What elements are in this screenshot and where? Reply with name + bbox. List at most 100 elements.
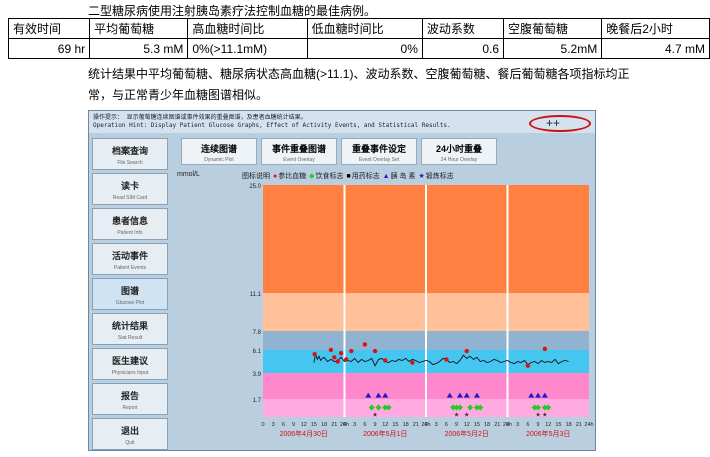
reference-glucose-point [372,348,378,354]
tab-sub: Event Overlay [283,157,315,163]
x-tick-label: 15 [555,422,561,428]
table-header: 空腹葡萄糖 [502,18,603,39]
reference-glucose-point [343,357,349,362]
sidebar-item-label: 医生建议 [111,356,148,366]
day-label: 2006年4月30日 [280,429,328,438]
case-caption: 二型糖尿病使用注射胰岛素疗法控制血糖的最佳病例。 [88,4,377,18]
x-tick-label: 12 [464,422,470,428]
y-tick-label: 11.1 [250,292,262,298]
x-tick-label: 15 [311,422,317,428]
tab-sub: 24 Hour Overlay [440,157,478,163]
reference-glucose-point [525,363,531,368]
sidebar-item-file-search[interactable]: 档案查询 File Search [92,138,168,170]
reference-glucose-point [362,342,368,347]
reference-glucose-point [542,346,548,352]
table-row: 69 hr 5.3 mM 0%(>11.1mM) 0% 0.6 5.2mM 4.… [7,38,710,59]
sidebar-item-label: 档案查询 [111,146,148,156]
glucose-chart: 25.0 11.1 7.8 6.1 3.9 1.7 0 3 6 9 12 15 18 21 24h 2006年… [177,181,595,450]
reference-glucose-point [464,348,469,354]
x-tick-label: 18 [321,422,327,428]
sidebar-item-patient-info[interactable]: 患者信息 Patient Info [92,208,168,240]
x-tick-label: 12 [301,422,307,428]
table-cell: 4.7 mM [601,38,710,59]
tab-label: 24小时重叠 [435,144,482,154]
table-header-row: 有效时间 平均葡萄糖 高血糖时间比 低血糖时间比 波动系数 空腹葡萄糖 晚餐后2… [7,18,710,39]
sidebar-item-stat-result[interactable]: 统计结果 Stat Result [92,313,168,345]
x-tick-label: 21 [494,422,500,428]
table-cell: 0.6 [421,38,505,59]
table-cell: 69 hr [7,38,91,59]
y-tick-label: 6.1 [253,349,262,355]
reference-glucose-point [410,360,415,365]
x-tick-label: 0 [424,422,427,428]
tab-24-hour-overlay[interactable]: 24小时重叠 24 Hour Overlay [421,138,497,165]
reference-glucose-point [349,348,354,354]
sidebar-item-report[interactable]: 报告 Report [92,383,168,415]
sidebar-item-sub: Patient Info [117,230,143,236]
x-tick-label: 3 [516,422,519,428]
sidebar-item-label: 图谱 [120,286,139,296]
chart-legend: mmol/L 图标说明 ●参比血糖 ◆饮食标志 ■用药标志 ▲胰 岛 素 ★锻炼… [177,171,595,181]
sidebar-item-sub: Stat Result [117,335,143,341]
reference-glucose-point [444,357,449,362]
reference-glucose-point [335,359,340,364]
legend-title: 图标说明 [242,173,270,180]
sidebar-item-sub: Glucose Plot [115,300,145,306]
y-tick-label: 1.7 [253,398,262,404]
y-tick-label: 25.0 [249,184,261,190]
x-tick-label: 18 [484,422,490,428]
x-tick-label: 6 [445,422,448,428]
operation-hint: 操作提示： 显示葡萄糖连续图谱或事件效果的重叠图谱，及患者血糖统计结果。 Ope… [89,111,595,133]
tab-label: 事件重叠图谱 [271,144,326,154]
x-tick-label: 9 [374,422,377,428]
x-tick-label: 12 [545,422,551,428]
sidebar-item-sub: Read SIM Card [112,195,148,201]
medication-icon: ■ [346,173,351,180]
day-label: 2006年5月3日 [526,429,570,438]
tab-event-overlay[interactable]: 事件重叠图谱 Event Overlay [261,138,337,165]
x-tick-label: 0 [261,422,264,428]
table-header: 低血糖时间比 [306,18,423,39]
x-tick-label: 12 [382,422,388,428]
sidebar-item-label: 读卡 [120,181,139,191]
insulin-icon: ▲ [382,173,390,180]
x-tick-label: 21 [331,422,337,428]
table-cell: 0% [306,38,423,59]
exercise-icon: ★ [418,173,425,180]
y-tick-label: 7.8 [253,330,262,336]
x-tick-label: 6 [282,422,285,428]
legend-item: 饮食标志 [315,173,344,180]
day-label: 2006年5月2日 [445,429,489,438]
plot-tabs: 连续图谱 Dynamic Plot 事件重叠图谱 Event Overlay 重叠事… [177,138,595,167]
reference-glucose-point [328,347,334,353]
x-tick-label: 0 [343,422,346,428]
tab-event-overlay-set[interactable]: 重叠事件设定 Event Overlay Set [341,138,417,165]
x-tick-label: 21 [413,422,419,428]
table-header: 高血糖时间比 [187,18,308,39]
table-cell: 5.3 mM [89,38,189,59]
tab-dynamic-plot[interactable]: 连续图谱 Dynamic Plot [181,138,257,165]
x-tick-label: 21 [576,422,582,428]
table-cell: 5.2mM [502,38,603,59]
legend-item: 参比血糖 [278,173,307,180]
sidebar-item-glucose-plot[interactable]: 图谱 Glucose Plot [92,278,168,310]
app-screenshot: 操作提示： 显示葡萄糖连续图谱或事件效果的重叠图谱，及患者血糖统计结果。 Ope… [88,110,596,451]
y-tick-label: 3.9 [253,372,262,378]
x-tick-label: 9 [537,422,540,428]
sidebar-item-sub: Patient Events [113,265,147,271]
meal-icon: ◆ [309,173,315,180]
x-tick-label: 15 [474,422,480,428]
sidebar-item-quit[interactable]: 退出 Quit [92,418,168,450]
hint-en: Operation Hint: Display Patient Glucose … [93,122,451,129]
reference-glucose-point [383,358,388,363]
sidebar: 档案查询 File Search 读卡 Read SIM Card 患者信息 Pati… [92,135,172,450]
sidebar-item-events[interactable]: 活动事件 Patient Events [92,243,168,275]
legend-items: 图标说明 ●参比血糖 ◆饮食标志 ■用药标志 ▲胰 岛 素 ★锻炼标志 [242,171,454,181]
x-tick-label: 15 [392,422,398,428]
exercise-marker: ★ [535,411,540,418]
x-tick-label: 3 [272,422,275,428]
sidebar-item-physician-input[interactable]: 医生建议 Physicians Input [92,348,168,380]
sidebar-item-read-card[interactable]: 读卡 Read SIM Card [92,173,168,205]
tab-sub: Dynamic Plot [204,157,234,163]
x-tick-label: 9 [455,422,458,428]
